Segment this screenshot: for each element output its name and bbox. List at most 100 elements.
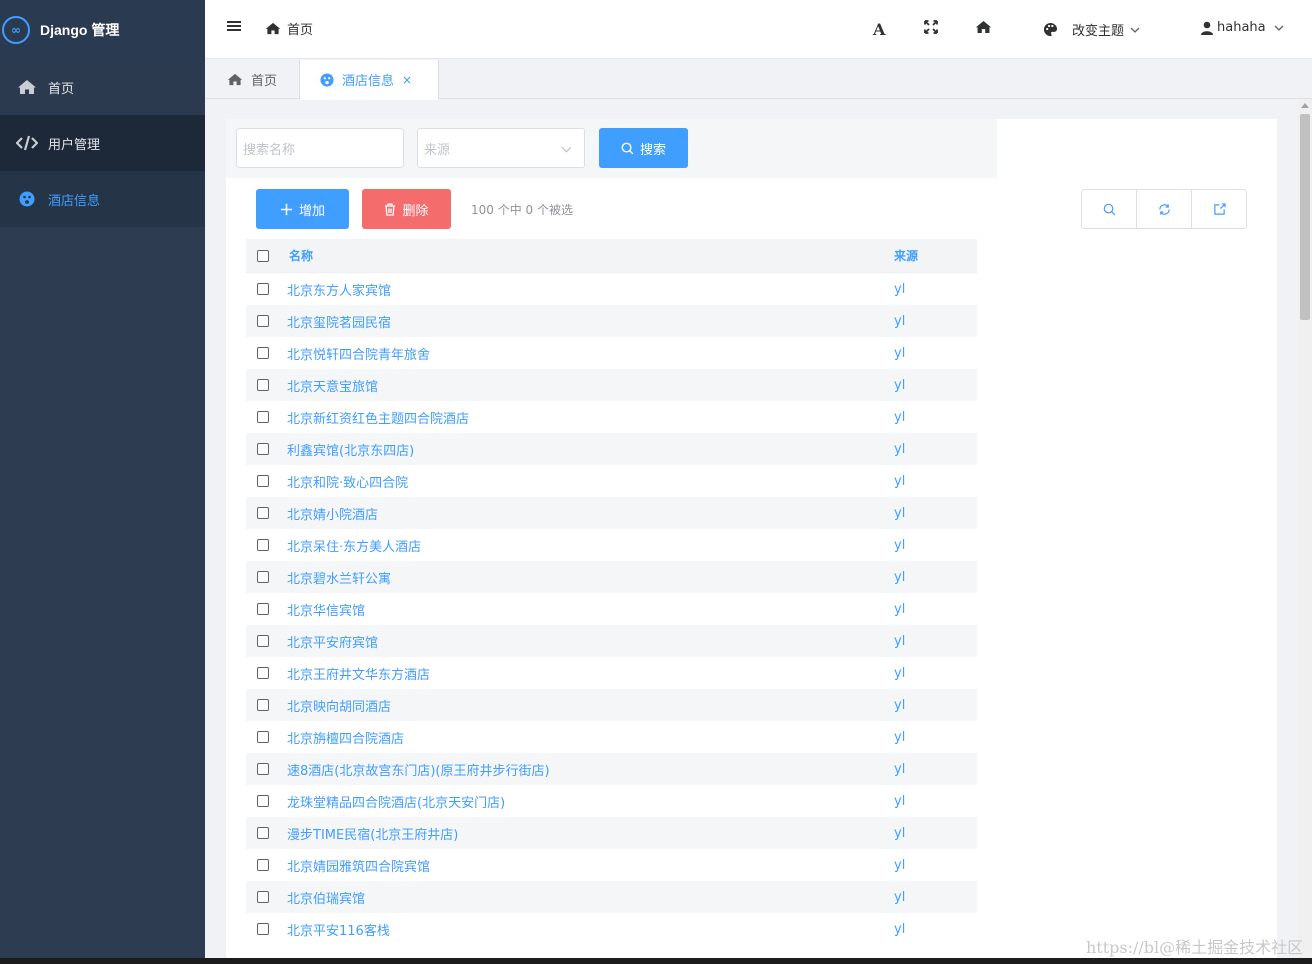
select-all-checkbox[interactable] [257, 249, 269, 262]
row-checkbox[interactable] [257, 507, 269, 519]
hotel-source[interactable]: yl [894, 922, 905, 937]
row-checkbox[interactable] [257, 795, 269, 807]
row-checkbox[interactable] [257, 603, 269, 615]
column-header-source[interactable]: 来源 [894, 247, 918, 264]
hotel-name-link[interactable]: 北京王府井文华东方酒店 [287, 664, 894, 683]
row-checkbox[interactable] [257, 827, 269, 839]
hotel-name-link[interactable]: 北京婧园雅筑四合院宾馆 [287, 856, 894, 875]
hotel-source[interactable]: yl [894, 378, 905, 393]
table-search-button[interactable] [1082, 190, 1137, 228]
hotel-source[interactable]: yl [894, 474, 905, 489]
hotel-name-link[interactable]: 速8酒店(北京故宫东门店)(原王府井步行街店) [287, 760, 894, 779]
menu-toggle-icon[interactable] [227, 20, 241, 36]
tab-home[interactable]: 首页 [205, 60, 300, 99]
hotel-name-link[interactable]: 北京旃檀四合院酒店 [287, 728, 894, 747]
hotel-name-link[interactable]: 北京平安府宾馆 [287, 632, 894, 651]
row-checkbox[interactable] [257, 411, 269, 423]
row-checkbox[interactable] [257, 347, 269, 359]
hotel-source[interactable]: yl [894, 794, 905, 809]
hotel-name-link[interactable]: 北京天意宝旅馆 [287, 376, 894, 395]
hotel-source[interactable]: yl [894, 538, 905, 553]
scrollbar-thumb[interactable] [1300, 114, 1310, 320]
table-row: 北京天意宝旅馆 yl [246, 369, 977, 401]
hotel-source[interactable]: yl [894, 282, 905, 297]
theme-dropdown[interactable]: 改变主题 [1043, 20, 1140, 39]
row-checkbox[interactable] [257, 571, 269, 583]
hotel-name-link[interactable]: 利鑫宾馆(北京东四店) [287, 440, 894, 459]
delete-button-label: 删除 [402, 203, 429, 219]
hotel-name-link[interactable]: 北京伯瑞宾馆 [287, 888, 894, 907]
hotel-source[interactable]: yl [894, 314, 905, 329]
table-row: 龙珠堂精品四合院酒店(北京天安门店) yl [246, 785, 977, 817]
hotel-source[interactable]: yl [894, 602, 905, 617]
fullscreen-icon[interactable] [924, 20, 938, 34]
hotel-name-link[interactable]: 北京映向胡同酒店 [287, 696, 894, 715]
row-checkbox[interactable] [257, 635, 269, 647]
row-checkbox[interactable] [257, 539, 269, 551]
breadcrumb[interactable]: 首页 [265, 19, 313, 38]
sidebar-item-users[interactable]: 用户管理 [0, 115, 205, 171]
sidebar-item-hotels[interactable]: 酒店信息 [0, 171, 205, 227]
hotel-source[interactable]: yl [894, 634, 905, 649]
home-icon[interactable] [975, 20, 992, 34]
row-checkbox[interactable] [257, 283, 269, 295]
hotel-name-link[interactable]: 北京和院·致心四合院 [287, 472, 894, 491]
hotel-source[interactable]: yl [894, 762, 905, 777]
hotel-name-link[interactable]: 北京玺院茗园民宿 [287, 312, 894, 331]
table-row: 北京玺院茗园民宿 yl [246, 305, 977, 337]
table-row: 北京碧水兰轩公寓 yl [246, 561, 977, 593]
hotel-name-link[interactable]: 北京平安116客栈 [287, 920, 894, 939]
face-icon [320, 72, 334, 87]
search-button[interactable]: 搜索 [599, 128, 688, 168]
hotel-source[interactable]: yl [894, 890, 905, 905]
row-checkbox[interactable] [257, 667, 269, 679]
row-checkbox[interactable] [257, 891, 269, 903]
hotel-name-link[interactable]: 北京呆住·东方美人酒店 [287, 536, 894, 555]
code-icon [16, 135, 38, 151]
sidebar-item-label: 用户管理 [48, 137, 101, 153]
row-checkbox[interactable] [257, 379, 269, 391]
row-checkbox[interactable] [257, 731, 269, 743]
table-row: 北京新红资红色主题四合院酒店 yl [246, 401, 977, 433]
hotel-name-link[interactable]: 北京新红资红色主题四合院酒店 [287, 408, 894, 427]
source-select[interactable]: 来源 [417, 128, 585, 168]
hotel-source[interactable]: yl [894, 346, 905, 361]
row-checkbox[interactable] [257, 443, 269, 455]
search-name-input[interactable]: 搜索名称 [236, 128, 404, 168]
hotel-name-link[interactable]: 北京悦轩四合院青年旅舍 [287, 344, 894, 363]
row-checkbox[interactable] [257, 859, 269, 871]
row-checkbox[interactable] [257, 475, 269, 487]
row-checkbox[interactable] [257, 315, 269, 327]
tab-hotels[interactable]: 酒店信息 × [300, 60, 439, 100]
column-header-name[interactable]: 名称 [287, 247, 894, 264]
hotel-source[interactable]: yl [894, 506, 905, 521]
refresh-button[interactable] [1137, 190, 1192, 228]
hotel-source[interactable]: yl [894, 666, 905, 681]
hotel-name-link[interactable]: 北京华信宾馆 [287, 600, 894, 619]
delete-button[interactable]: 删除 [362, 189, 451, 229]
export-button[interactable] [1192, 190, 1246, 228]
row-checkbox[interactable] [257, 699, 269, 711]
hotel-name-link[interactable]: 北京东方人家宾馆 [287, 280, 894, 299]
hotel-source[interactable]: yl [894, 730, 905, 745]
table-tools [1081, 189, 1247, 229]
row-checkbox[interactable] [257, 763, 269, 775]
sidebar-item-home[interactable]: 首页 [0, 59, 205, 115]
hotel-source[interactable]: yl [894, 698, 905, 713]
hotel-name-link[interactable]: 龙珠堂精品四合院酒店(北京天安门店) [287, 792, 894, 811]
font-size-icon[interactable]: A [873, 20, 885, 39]
hotel-source[interactable]: yl [894, 858, 905, 873]
hotel-source[interactable]: yl [894, 570, 905, 585]
hotel-source[interactable]: yl [894, 826, 905, 841]
hotel-name-link[interactable]: 北京婧小院酒店 [287, 504, 894, 523]
user-dropdown[interactable]: hahaha [1201, 20, 1284, 35]
close-icon[interactable]: × [402, 73, 412, 87]
logo[interactable]: ∞ Django 管理 [0, 0, 205, 59]
add-button[interactable]: 增加 [256, 189, 349, 229]
hotel-source[interactable]: yl [894, 442, 905, 457]
hotel-name-link[interactable]: 漫步TIME民宿(北京王府井店) [287, 824, 894, 843]
hotel-name-link[interactable]: 北京碧水兰轩公寓 [287, 568, 894, 587]
add-button-label: 增加 [298, 203, 325, 219]
hotel-source[interactable]: yl [894, 410, 905, 425]
row-checkbox[interactable] [257, 923, 269, 935]
